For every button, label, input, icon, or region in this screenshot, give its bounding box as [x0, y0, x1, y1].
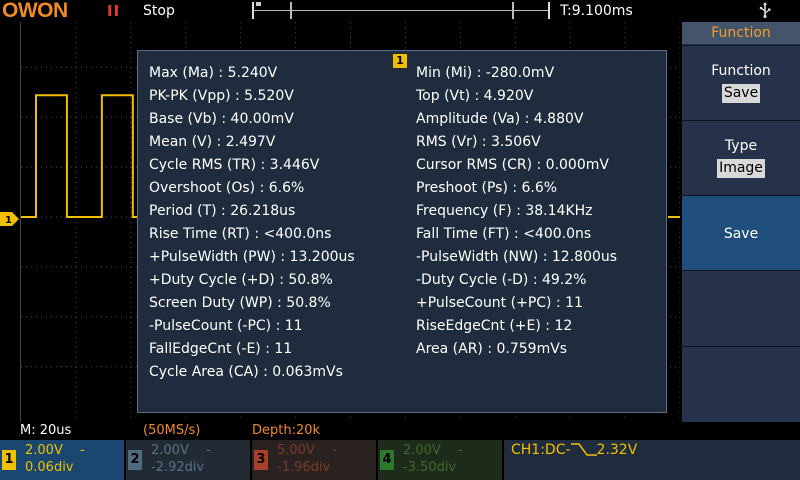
type-menu-button[interactable]: Type Image: [682, 120, 800, 195]
trigger-source: CH1:DC-: [511, 442, 571, 458]
channel-4-status[interactable]: 4 2.00V - -3.50div: [378, 440, 502, 480]
measurement-item: Base (Vb) : 40.00mV: [149, 111, 294, 127]
channel-number: 1: [2, 450, 16, 470]
channel-1-waveform: [21, 94, 138, 219]
measurement-item: Rise Time (RT) : <400.0ns: [149, 226, 332, 242]
function-menu-button[interactable]: Function Save: [682, 45, 800, 120]
timebase-readout[interactable]: M: 20us: [20, 422, 71, 440]
top-status-bar: OWON II Stop T:9.100ms: [0, 0, 800, 22]
channel-1-status[interactable]: 1 2.00V - 0.06div: [0, 440, 124, 480]
measurement-item: PK-PK (Vpp) : 5.520V: [149, 88, 294, 104]
run-state-label: Stop: [143, 3, 175, 19]
channel-3-status[interactable]: 3 5.00V - -1.96div: [252, 440, 376, 480]
trigger-level: 2.32V: [596, 442, 638, 458]
function-label: Function: [711, 63, 771, 79]
measurement-item: -Duty Cycle (-D) : 49.2%: [416, 272, 587, 288]
measurement-item: +Duty Cycle (+D) : 50.8%: [149, 272, 333, 288]
measurement-item: FallEdgeCnt (-E) : 11: [149, 341, 293, 357]
measurement-item: Screen Duty (WP) : 50.8%: [149, 295, 331, 311]
measurement-item: -PulseCount (-PC) : 11: [149, 318, 303, 334]
empty-menu-slot-5[interactable]: [682, 346, 800, 422]
owon-logo: OWON: [2, 0, 68, 22]
measurement-item: Min (Mi) : -280.0mV: [416, 65, 555, 81]
save-menu-button[interactable]: Save: [682, 195, 800, 270]
falling-edge-icon: [570, 443, 597, 456]
trigger-status[interactable]: CH1:DC- 2.32V: [504, 440, 800, 480]
measurement-item: Period (T) : 26.218us: [149, 203, 296, 219]
measurement-item: +PulseCount (+PC) : 11: [416, 295, 583, 311]
trigger-info: CH1:DC- 2.32V: [511, 441, 637, 459]
memory-depth-readout: Depth:20k: [252, 423, 321, 438]
measurement-item: Overshoot (Os) : 6.6%: [149, 180, 305, 196]
trigger-time-readout: T:9.100ms: [560, 3, 633, 19]
channel-1-marker-icon[interactable]: 1: [0, 212, 20, 226]
measurement-channel-badge: 1: [393, 54, 407, 68]
measurement-item: Cycle RMS (TR) : 3.446V: [149, 157, 320, 173]
run-stop-indicator[interactable]: II: [107, 1, 120, 21]
channel-2-status[interactable]: 2 2.00V - -2.92div: [126, 440, 250, 480]
acquisition-status-bar: M: 20us (50MS/s) Depth:20k: [0, 422, 800, 440]
channel-volts-per-div: 5.00V: [277, 443, 315, 458]
measurement-item: RiseEdgeCnt (+E) : 12: [416, 318, 573, 334]
measurement-item: Top (Vt) : 4.920V: [416, 88, 534, 104]
type-value: Image: [717, 159, 765, 178]
usb-icon: [759, 2, 771, 18]
channel-offset: -2.92div: [151, 460, 205, 475]
function-side-menu: Function Function Save Type Image Save: [682, 22, 800, 422]
sample-rate-readout: (50MS/s): [143, 423, 201, 438]
measurement-item: Cycle Area (CA) : 0.063mVs: [149, 364, 343, 380]
channel-coupling: -: [332, 443, 337, 458]
measurement-item: Mean (V) : 2.497V: [149, 134, 276, 150]
measurement-item: Preshoot (Ps) : 6.6%: [416, 180, 558, 196]
measurement-item: -PulseWidth (NW) : 12.800us: [416, 249, 618, 265]
save-label: Save: [723, 226, 759, 242]
type-label: Type: [724, 138, 758, 154]
measurement-item: Cursor RMS (CR) : 0.000mV: [416, 157, 609, 173]
measurement-item: RMS (Vr) : 3.506V: [416, 134, 541, 150]
measurement-item: Fall Time (FT) : <400.0ns: [416, 226, 592, 242]
channel-coupling: -: [80, 443, 85, 458]
channel-volts-per-div: 2.00V: [151, 443, 189, 458]
measurement-item: Max (Ma) : 5.240V: [149, 65, 278, 81]
channel-offset: -3.50div: [403, 460, 457, 475]
channel-status-bar: 1 2.00V - 0.06div 2 2.00V - -2.92div 3 5…: [0, 440, 800, 480]
trigger-position-bar: [252, 2, 550, 19]
channel-offset: -1.96div: [277, 460, 331, 475]
measurement-panel: 1 Max (Ma) : 5.240V PK-PK (Vpp) : 5.520V…: [137, 50, 667, 413]
channel-offset: 0.06div: [25, 460, 74, 475]
channel-coupling: -: [206, 443, 211, 458]
measurement-item: Frequency (F) : 38.14KHz: [416, 203, 593, 219]
svg-text:1: 1: [5, 215, 12, 226]
channel-number: 4: [380, 450, 394, 470]
channel-number: 2: [128, 450, 142, 470]
measurement-item: +PulseWidth (PW) : 13.200us: [149, 249, 355, 265]
channel-volts-per-div: 2.00V: [25, 443, 63, 458]
menu-header: Function: [682, 22, 800, 44]
channel-volts-per-div: 2.00V: [403, 443, 441, 458]
empty-menu-slot-4[interactable]: [682, 270, 800, 346]
function-value: Save: [721, 84, 761, 103]
measurement-item: Amplitude (Va) : 4.880V: [416, 111, 584, 127]
measurement-item: Area (AR) : 0.759mVs: [416, 341, 568, 357]
measurement-column-left: Max (Ma) : 5.240V PK-PK (Vpp) : 5.520V B…: [149, 65, 355, 387]
channel-coupling: -: [458, 443, 463, 458]
channel-number: 3: [254, 450, 268, 470]
measurement-column-right: Min (Mi) : -280.0mV Top (Vt) : 4.920V Am…: [416, 65, 617, 364]
